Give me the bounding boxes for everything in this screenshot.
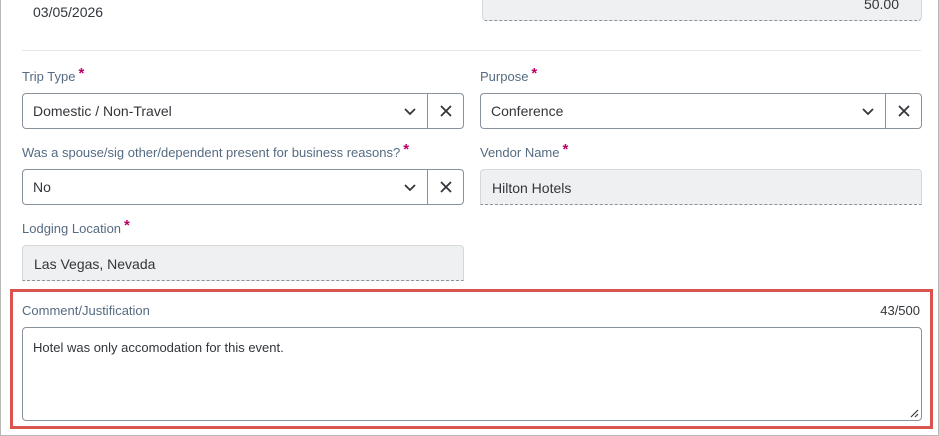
purpose-value: Conference [491,103,564,119]
purpose-label: Purpose * [480,65,538,85]
section-divider [22,50,921,51]
comment-text: Hotel was only accomodation for this eve… [33,340,284,355]
purpose-clear-button[interactable] [885,93,922,129]
chevron-down-icon[interactable] [402,103,418,119]
trip-type-value: Domestic / Non-Travel [33,103,172,119]
date-value: 03/05/2026 [33,4,104,20]
lodging-location-label: Lodging Location * [22,217,130,237]
spouse-present-select[interactable]: No [22,169,428,205]
close-icon [897,105,910,117]
purpose-label-text: Purpose [480,69,529,84]
chevron-down-icon[interactable] [860,103,876,119]
required-marker: * [562,141,569,158]
resize-handle-icon[interactable] [909,408,919,418]
amount-field[interactable]: 50.00 [482,0,922,21]
trip-type-label: Trip Type * [22,65,85,85]
required-marker: * [531,65,538,82]
spouse-present-clear-button[interactable] [427,169,464,205]
comment-textarea[interactable]: Hotel was only accomodation for this eve… [22,327,922,421]
vendor-name-field[interactable]: Hilton Hotels [480,169,922,205]
close-icon [439,181,452,193]
lodging-location-field[interactable]: Las Vegas, Nevada [22,245,464,281]
vendor-name-label-text: Vendor Name [480,145,560,160]
trip-type-clear-button[interactable] [427,93,464,129]
required-marker: * [124,217,130,234]
close-icon [439,105,452,117]
comment-label: Comment/Justification [22,303,150,318]
purpose-select[interactable]: Conference [480,93,886,129]
required-marker: * [78,65,85,82]
spouse-present-label: Was a spouse/sig other/dependent present… [22,141,410,161]
required-marker: * [403,141,410,158]
chevron-down-icon[interactable] [402,179,418,195]
comment-char-counter: 43/500 [880,303,920,318]
trip-type-select[interactable]: Domestic / Non-Travel [22,93,428,129]
spouse-present-label-text: Was a spouse/sig other/dependent present… [22,145,401,160]
spouse-present-value: No [33,179,51,195]
lodging-location-label-text: Lodging Location [22,221,122,236]
trip-type-label-text: Trip Type [22,69,76,84]
form-frame: 03/05/2026 50.00 Trip Type * Domestic / N… [0,0,939,436]
vendor-name-label: Vendor Name * [480,141,569,161]
